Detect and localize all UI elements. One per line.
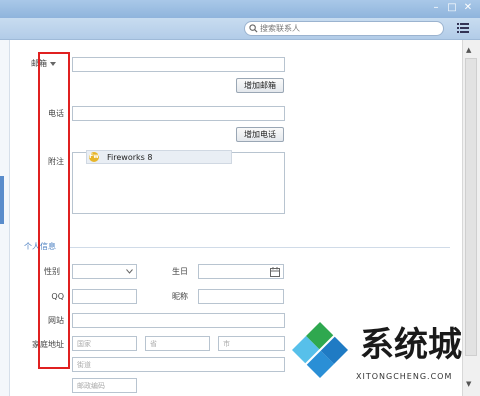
street-field[interactable]: 街道 [72,357,285,372]
title-bar [0,0,480,18]
birthday-label: 生日 [172,267,188,276]
fireworks-app-icon: Fw [89,152,99,162]
province-field[interactable]: 省 [145,336,210,351]
country-field[interactable]: 国家 [72,336,137,351]
search-icon [249,24,258,33]
phone-field[interactable] [72,106,285,121]
maximize-button[interactable]: □ [446,2,458,14]
watermark-subtext: XITONGCHENG.COM [356,372,453,381]
watermark-text: 系统城 [360,325,462,365]
notes-suggestion-item[interactable]: Fw Fireworks 8 [86,150,232,164]
menu-icon[interactable] [457,22,469,34]
minimize-button[interactable]: – [430,2,442,14]
postal-code-field[interactable]: 邮政编码 [72,378,137,393]
nickname-label: 昵称 [172,292,188,301]
left-panel-marker [0,176,4,224]
close-button[interactable]: ✕ [462,2,474,14]
scrollbar-thumb[interactable] [465,58,477,356]
annotation-highlight-box [38,52,70,369]
search-placeholder: 搜索联系人 [260,24,300,33]
email-field[interactable] [72,57,285,72]
notes-suggestion-text: Fireworks 8 [107,153,153,162]
section-divider [70,247,450,248]
add-phone-button[interactable]: 增加电话 [236,127,284,142]
nickname-field[interactable] [198,289,284,304]
scroll-up-icon[interactable]: ▲ [466,46,471,54]
calendar-icon[interactable] [270,267,280,277]
scroll-down-icon[interactable]: ▼ [466,380,471,388]
add-email-button[interactable]: 增加邮箱 [236,78,284,93]
city-field[interactable]: 市 [218,336,285,351]
xitongcheng-logo-icon [292,322,348,378]
search-box[interactable]: 搜索联系人 [244,21,444,36]
birthday-field[interactable] [198,264,284,279]
website-field[interactable] [72,313,285,328]
